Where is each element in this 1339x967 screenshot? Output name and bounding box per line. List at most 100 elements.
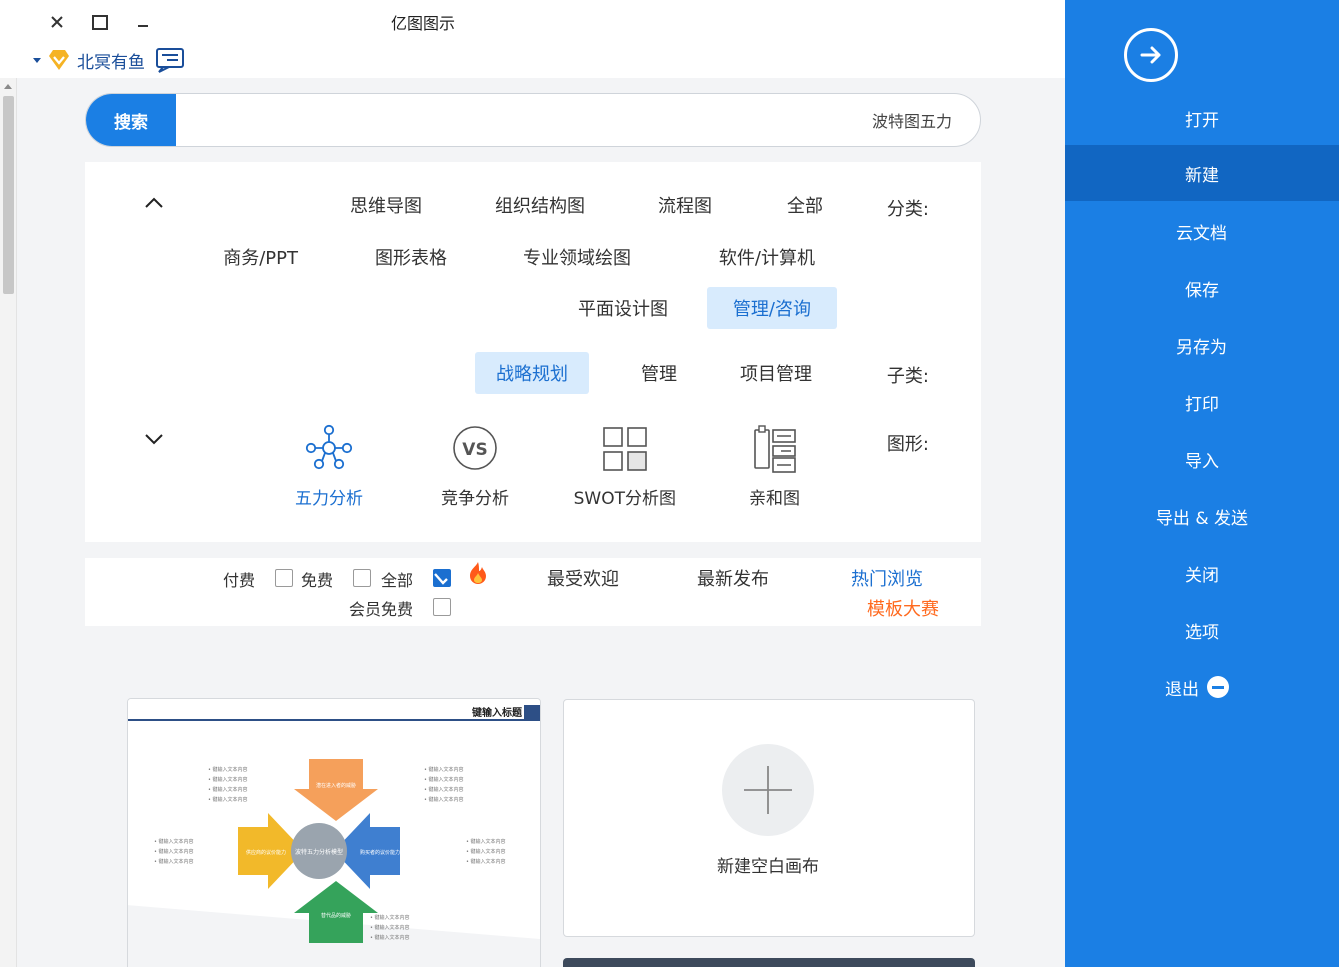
- sort-latest[interactable]: 最新发布: [697, 565, 769, 591]
- menu-item-cloud-docs[interactable]: 云文档: [1065, 203, 1339, 259]
- svg-text:购买者的议价能力: 购买者的议价能力: [360, 849, 400, 856]
- sort-hot-browse[interactable]: 热门浏览: [851, 565, 923, 591]
- category-graphic-tables[interactable]: 图形表格: [353, 236, 469, 278]
- affinity-icon: [754, 425, 796, 473]
- category-business-ppt[interactable]: 商务/PPT: [199, 236, 323, 278]
- file-menu-sidebar: 打开 新建 云文档 保存 另存为 打印 导入 导出 & 发送 关闭 选项 退出: [1065, 0, 1339, 967]
- plus-icon: [744, 766, 792, 814]
- template-card-five-forces[interactable]: 键输入标题 波特五力分析模型 潜在进入者的威胁 供应商的议价能力 购买者的议价能…: [127, 698, 541, 967]
- svg-text:• 键输入文本内容: • 键输入文本内容: [466, 848, 506, 855]
- title-bar: 亿图图示: [17, 0, 1065, 44]
- vs-icon: VS: [453, 426, 497, 470]
- chevron-up-icon[interactable]: [143, 192, 165, 214]
- category-all[interactable]: 全部: [762, 184, 848, 226]
- template-contest-link[interactable]: 模板大赛: [867, 595, 939, 621]
- account-dropdown-icon[interactable]: [33, 57, 41, 63]
- scroll-up-arrow-icon[interactable]: [4, 84, 12, 89]
- scrollbar-thumb[interactable]: [3, 96, 14, 294]
- account-name: 北冥有鱼: [77, 52, 145, 73]
- svg-text:VS: VS: [462, 440, 487, 460]
- menu-item-options[interactable]: 选项: [1065, 602, 1339, 658]
- message-icon[interactable]: [155, 47, 185, 73]
- sort-most-popular[interactable]: 最受欢迎: [547, 565, 619, 591]
- sort-bar: 热门浏览 模板大赛 最新发布 最受欢迎 全部 免费 付费 会员免费: [85, 558, 981, 626]
- menu-item-new[interactable]: 新建: [1065, 145, 1339, 201]
- search-button[interactable]: 搜索: [86, 94, 176, 146]
- checkmark-icon: [434, 573, 448, 585]
- add-canvas-icon: [722, 744, 814, 836]
- category-mind-map[interactable]: 思维导图: [331, 184, 441, 226]
- price-all-label: 全部: [380, 571, 413, 590]
- svg-text:• 键输入文本内容: • 键输入文本内容: [370, 924, 410, 931]
- price-paid-checkbox[interactable]: [275, 569, 293, 587]
- new-blank-canvas-card[interactable]: 新建空白画布: [563, 699, 975, 937]
- category-label: 分类:: [886, 199, 929, 220]
- subcategory-label: 子类:: [886, 366, 929, 387]
- svg-text:• 键输入文本内容: • 键输入文本内容: [208, 786, 248, 793]
- svg-text:• 键输入文本内容: • 键输入文本内容: [154, 848, 194, 855]
- back-arrow-button[interactable]: [1124, 28, 1178, 82]
- svg-text:• 键输入文本内容: • 键输入文本内容: [208, 776, 248, 783]
- svg-text:• 键输入文本内容: • 键输入文本内容: [154, 858, 194, 865]
- minimize-button[interactable]: [131, 10, 155, 34]
- category-management-consulting[interactable]: 管理/咨询: [707, 287, 837, 329]
- price-free-label: 免费: [300, 571, 333, 590]
- template-search: 波特图五力 搜索: [85, 93, 981, 147]
- main-panel: 亿图图示 北冥有鱼 波特图五力 搜索 分类: 全部 流程图 组织结构图 思维导图…: [0, 0, 1065, 967]
- svg-text:供应商的议价能力: 供应商的议价能力: [246, 849, 286, 856]
- price-paid-label: 付费: [222, 571, 255, 590]
- template-title: 键输入标题: [471, 706, 523, 719]
- maximize-button[interactable]: [88, 10, 112, 34]
- shape-affinity-diagram[interactable]: 亲和图: [717, 424, 833, 514]
- subcategory-strategic-planning[interactable]: 战略规划: [475, 352, 589, 394]
- menu-item-export-send[interactable]: 导出 & 发送: [1065, 488, 1339, 544]
- shape-swot-analysis[interactable]: SWOT分析图: [567, 424, 683, 514]
- menu-item-save[interactable]: 保存: [1065, 260, 1339, 316]
- subcategory-management[interactable]: 管理: [619, 352, 699, 394]
- menu-item-print[interactable]: 打印: [1065, 374, 1339, 430]
- account-area[interactable]: 北冥有鱼: [33, 46, 185, 74]
- svg-text:• 键输入文本内容: • 键输入文本内容: [424, 766, 464, 773]
- next-template-card-edge[interactable]: [563, 958, 975, 967]
- price-member-free-checkbox[interactable]: [433, 598, 451, 616]
- five-forces-template-thumbnail: 键输入标题 波特五力分析模型 潜在进入者的威胁 供应商的议价能力 购买者的议价能…: [127, 699, 540, 967]
- svg-text:• 键输入文本内容: • 键输入文本内容: [424, 776, 464, 783]
- svg-text:替代品的威胁: 替代品的威胁: [321, 912, 351, 919]
- svg-text:• 键输入文本内容: • 键输入文本内容: [208, 796, 248, 803]
- search-input[interactable]: 波特图五力: [174, 94, 980, 146]
- category-professional-drawing[interactable]: 专业领域绘图: [497, 236, 657, 278]
- svg-text:• 键输入文本内容: • 键输入文本内容: [466, 838, 506, 845]
- vip-diamond-icon: [49, 50, 69, 70]
- close-icon: [51, 16, 63, 28]
- shape-competitive-analysis[interactable]: VS 竞争分析: [417, 424, 533, 514]
- category-software-computer[interactable]: 软件/计算机: [697, 236, 837, 278]
- arrow-left-icon: [1140, 46, 1161, 64]
- filter-panel: 分类: 全部 流程图 组织结构图 思维导图 软件/计算机 专业领域绘图 图形表格…: [85, 162, 981, 542]
- category-flowchart[interactable]: 流程图: [633, 184, 737, 226]
- new-canvas-label: 新建空白画布: [717, 857, 819, 877]
- shape-label: 图形:: [886, 434, 929, 455]
- menu-item-open[interactable]: 打开: [1065, 90, 1339, 146]
- category-graphic-design[interactable]: 平面设计图: [555, 287, 691, 329]
- svg-text:波特五力分析模型: 波特五力分析模型: [295, 848, 343, 856]
- menu-item-close[interactable]: 关闭: [1065, 545, 1339, 601]
- svg-text:• 键输入文本内容: • 键输入文本内容: [424, 796, 464, 803]
- svg-text:• 键输入文本内容: • 键输入文本内容: [424, 786, 464, 793]
- swot-grid-icon: [603, 427, 647, 471]
- price-all-checkbox[interactable]: [433, 569, 451, 587]
- shape-five-forces[interactable]: 五力分析: [271, 424, 387, 514]
- svg-text:• 键输入文本内容: • 键输入文本内容: [208, 766, 248, 773]
- svg-text:• 键输入文本内容: • 键输入文本内容: [154, 838, 194, 845]
- menu-item-exit[interactable]: 退出: [1065, 659, 1339, 715]
- menu-item-import[interactable]: 导入: [1065, 431, 1339, 487]
- close-window-button[interactable]: [45, 10, 69, 34]
- category-org-chart[interactable]: 组织结构图: [475, 184, 605, 226]
- fire-icon: [470, 562, 486, 584]
- chevron-down-icon[interactable]: [143, 428, 165, 450]
- svg-text:• 键输入文本内容: • 键输入文本内容: [370, 934, 410, 941]
- svg-text:潜在进入者的威胁: 潜在进入者的威胁: [316, 782, 356, 789]
- subcategory-project-management[interactable]: 项目管理: [721, 352, 831, 394]
- menu-item-save-as[interactable]: 另存为: [1065, 317, 1339, 373]
- minus-circle-icon: [1207, 676, 1229, 698]
- price-free-checkbox[interactable]: [353, 569, 371, 587]
